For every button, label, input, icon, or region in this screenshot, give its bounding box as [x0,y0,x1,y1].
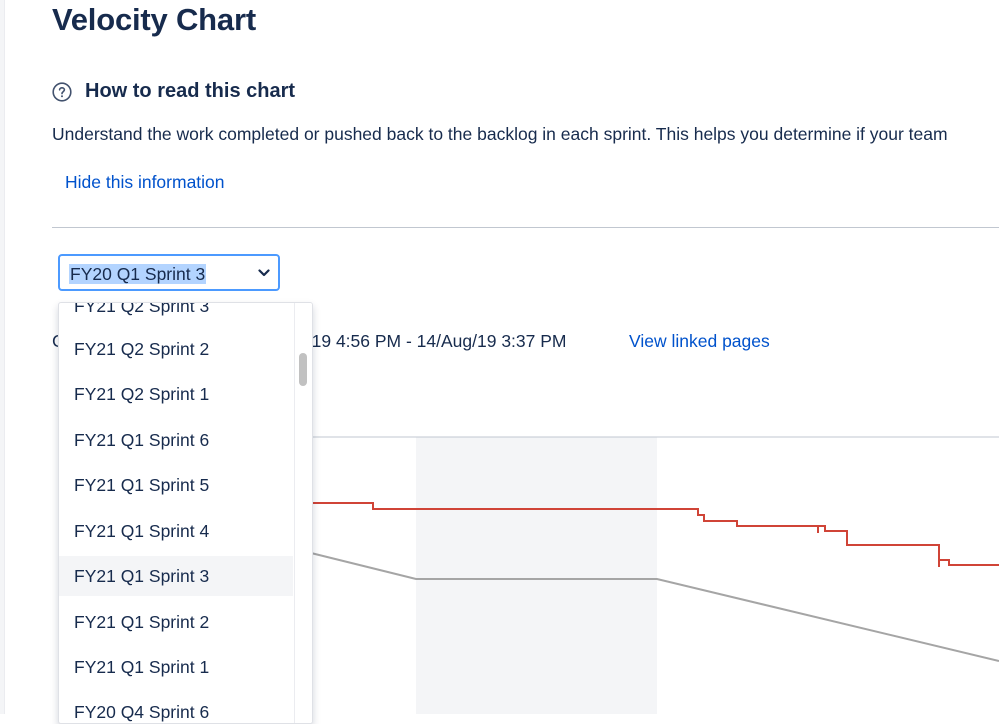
sprint-option-highlighted[interactable]: FY21 Q1 Sprint 3 [59,556,293,596]
dropdown-scrollbar[interactable] [294,303,312,723]
sprint-dropdown-menu[interactable]: FY21 Q2 Sprint 3 FY21 Q2 Sprint 2 FY21 Q… [58,302,313,724]
chevron-down-icon [258,269,270,277]
sprint-select-value: FY20 Q1 Sprint 3 [69,264,207,284]
sprint-option[interactable]: FY21 Q2 Sprint 2 [59,329,293,369]
sprint-select[interactable]: FY20 Q1 Sprint 3 [58,254,280,291]
view-linked-pages-link[interactable]: View linked pages [629,331,770,352]
sprint-option[interactable]: FY21 Q1 Sprint 4 [59,511,293,551]
sprint-option[interactable]: FY21 Q1 Sprint 5 [59,465,293,505]
sprint-option[interactable]: FY21 Q2 Sprint 3 [59,303,293,326]
sprint-option[interactable]: FY21 Q1 Sprint 6 [59,420,293,460]
sprint-option[interactable]: FY21 Q2 Sprint 1 [59,374,293,414]
sprint-option[interactable]: FY21 Q1 Sprint 1 [59,647,293,687]
scrollbar-thumb[interactable] [299,353,307,386]
sprint-option[interactable]: FY21 Q1 Sprint 2 [59,602,293,642]
non-working-days-band [416,437,657,714]
sprint-option[interactable]: FY20 Q4 Sprint 6 [59,692,293,723]
sprint-date-range: ıl/19 4:56 PM - 14/Aug/19 3:37 PM [298,331,567,351]
